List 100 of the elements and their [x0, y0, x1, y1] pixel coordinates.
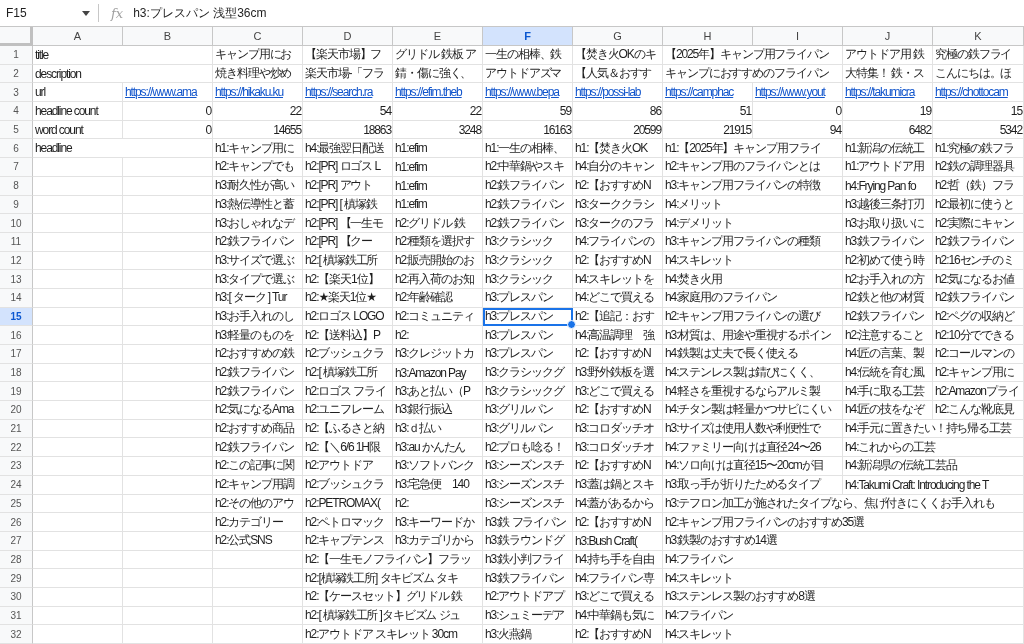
table-cell[interactable]: h3:鉄 フライパン	[483, 513, 573, 532]
table-cell[interactable]: h3:野外鉄板を選	[573, 363, 663, 383]
table-cell[interactable]: h2:[ 槙塚鉄工所	[303, 251, 393, 271]
table-cell[interactable]: h3:お取り扱いに	[843, 214, 933, 233]
table-cell[interactable]: h3:お手入れのし	[213, 307, 303, 327]
table-cell[interactable]: h4:手に取る工芸	[843, 382, 933, 402]
table-cell[interactable]: h3:プレスパン	[483, 345, 573, 364]
table-cell[interactable]: キャンプにおすすめのフライパン	[663, 64, 843, 84]
empty-cell[interactable]	[123, 270, 213, 289]
table-cell[interactable]: h4:蓋があるから	[573, 494, 663, 514]
table-cell[interactable]: 【2025年】キャンプ用フライパン	[663, 46, 843, 65]
table-cell[interactable]: h3:クレジットカ	[393, 345, 483, 364]
url-link[interactable]: https://search.ra	[303, 83, 393, 103]
table-cell[interactable]: h2:気になるお値	[933, 270, 1024, 289]
table-cell[interactable]: h2:【＼6/6 1H限	[303, 438, 393, 458]
table-cell[interactable]: h2:再入荷のお知	[393, 270, 483, 289]
table-cell[interactable]: h2:最初に使うと	[933, 195, 1024, 215]
empty-cell[interactable]	[123, 251, 213, 271]
table-cell[interactable]: h2:[ 槙塚鉄工所 ]タキビズム ジュ	[303, 606, 483, 626]
table-cell[interactable]: h2:キャプテンス	[303, 531, 393, 551]
table-cell[interactable]: h2:キャンプ用フライパンの選び	[663, 307, 843, 327]
table-cell[interactable]: h3:テフロン加工が施されたタイプなら、焦げ付きにくくお手入れも	[663, 494, 1024, 514]
empty-cell[interactable]	[123, 345, 213, 364]
table-cell[interactable]: 14655	[213, 120, 303, 140]
table-cell[interactable]: 86	[573, 102, 663, 121]
table-cell[interactable]: h2:アウトドアプ	[483, 587, 573, 607]
table-cell[interactable]: h3:あと払い（P	[393, 382, 483, 402]
table-cell[interactable]: h4:ソロ向けは直径15〜20cmが目	[663, 457, 843, 476]
table-cell[interactable]: h4:フライパン	[663, 550, 1024, 570]
table-cell[interactable]: h3:銀行振込	[393, 401, 483, 420]
row-header[interactable]: 32	[0, 625, 33, 644]
table-cell[interactable]: h4:最強翌日配送	[303, 139, 393, 159]
table-cell[interactable]: h3:熱伝導性と蓄	[213, 195, 303, 215]
select-all-corner[interactable]	[0, 27, 33, 46]
column-header[interactable]: D	[303, 27, 393, 46]
empty-cell[interactable]	[123, 438, 213, 458]
empty-cell[interactable]	[123, 494, 213, 514]
empty-cell[interactable]	[213, 587, 303, 607]
table-cell[interactable]: h2:鉄フライパン	[933, 232, 1024, 252]
table-cell[interactable]: h2:中華鍋やスキ	[483, 158, 573, 177]
table-cell[interactable]: h2:[ 槙塚鉄工所	[303, 363, 393, 383]
table-cell[interactable]: こんにちは。ほ	[933, 64, 1024, 84]
table-cell[interactable]: h2:コールマンの	[933, 345, 1024, 364]
table-cell[interactable]: 22	[393, 102, 483, 121]
column-header[interactable]: B	[123, 27, 213, 46]
table-cell[interactable]: h4:中華鍋も気に	[573, 606, 663, 626]
table-cell[interactable]: h4:フライパン専	[573, 569, 663, 588]
table-cell[interactable]: h3:越後三条打刃	[843, 195, 933, 215]
table-cell[interactable]: h2:【ケースセット】グリドル 鉄	[303, 587, 483, 607]
empty-cell[interactable]	[123, 382, 213, 402]
table-cell[interactable]: 【人気＆おすす	[573, 64, 663, 84]
table-cell[interactable]: h3:キーワードか	[393, 513, 483, 532]
table-cell[interactable]: h3:取っ手が折りたためるタイプ	[663, 475, 843, 495]
table-cell[interactable]: h3:蓋は鍋とスキ	[573, 475, 663, 495]
table-cell[interactable]: h3:Bush Craft(	[573, 531, 663, 551]
table-cell[interactable]: h2:カテゴリー	[213, 513, 303, 532]
empty-cell[interactable]	[213, 569, 303, 588]
empty-cell[interactable]	[213, 550, 303, 570]
row-header[interactable]: 16	[0, 326, 33, 345]
row-header[interactable]: 1	[0, 46, 33, 65]
table-cell[interactable]: 一生の相棒、鉄	[483, 46, 573, 65]
table-cell[interactable]: h2:コミュニティ	[393, 307, 483, 327]
table-cell[interactable]: h3:ステンレス製のおすすめ8選	[663, 587, 1024, 607]
table-cell[interactable]: h3:ｄ払い	[393, 419, 483, 439]
table-cell[interactable]: h2:アウトドア	[303, 457, 393, 476]
table-cell[interactable]: h4:これからの工芸	[843, 438, 1024, 458]
table-cell[interactable]: headline count	[33, 102, 123, 121]
table-cell[interactable]: 59	[483, 102, 573, 121]
table-cell[interactable]: 19	[843, 102, 933, 121]
url-link[interactable]: https://www.ama	[123, 83, 213, 103]
table-cell[interactable]: h4:スキレット	[663, 569, 1024, 588]
table-cell[interactable]: 0	[123, 102, 213, 121]
table-cell[interactable]: h4:Frying Pan fo	[843, 176, 933, 196]
table-cell[interactable]: h3:サイズで選ぶ	[213, 251, 303, 271]
table-cell[interactable]: h2:ペトロマック	[303, 513, 393, 532]
table-cell[interactable]: h3:コロダッチオ	[573, 438, 663, 458]
table-cell[interactable]: 20599	[573, 120, 663, 140]
table-cell[interactable]: h3:シュミーデア	[483, 606, 573, 626]
table-cell[interactable]: 究極の鉄フライ	[933, 46, 1024, 65]
table-cell[interactable]: h2:【おすすめN	[573, 176, 663, 196]
table-cell[interactable]: キャンプ用にお	[213, 46, 303, 65]
row-header[interactable]: 6	[0, 139, 33, 159]
table-cell[interactable]: 18863	[303, 120, 393, 140]
table-cell[interactable]: h3:キャンプ用フライパンの種類	[663, 232, 843, 252]
table-cell[interactable]: h4:スキレット	[663, 251, 843, 271]
table-cell[interactable]: 楽天市場-「フラ	[303, 64, 393, 84]
table-cell[interactable]: h4:メリット	[663, 195, 843, 215]
table-cell[interactable]: h2:お手入れの方	[843, 270, 933, 289]
empty-cell[interactable]	[213, 606, 303, 626]
table-cell[interactable]: h2:その他のアウ	[213, 494, 303, 514]
table-cell[interactable]: 0	[123, 120, 213, 140]
empty-cell[interactable]	[213, 625, 303, 644]
table-cell[interactable]: h4:デメリット	[663, 214, 843, 233]
table-cell[interactable]: h2:初めて使う時	[843, 251, 933, 271]
table-cell[interactable]: 6482	[843, 120, 933, 140]
table-cell[interactable]: h3:材質は、用途や重視するポイン	[663, 326, 843, 345]
row-header[interactable]: 17	[0, 345, 33, 364]
table-cell[interactable]: 大特集！ 鉄・ス	[843, 64, 933, 84]
table-cell[interactable]: 51	[663, 102, 753, 121]
table-cell[interactable]: 【楽天市場】フ	[303, 46, 393, 65]
